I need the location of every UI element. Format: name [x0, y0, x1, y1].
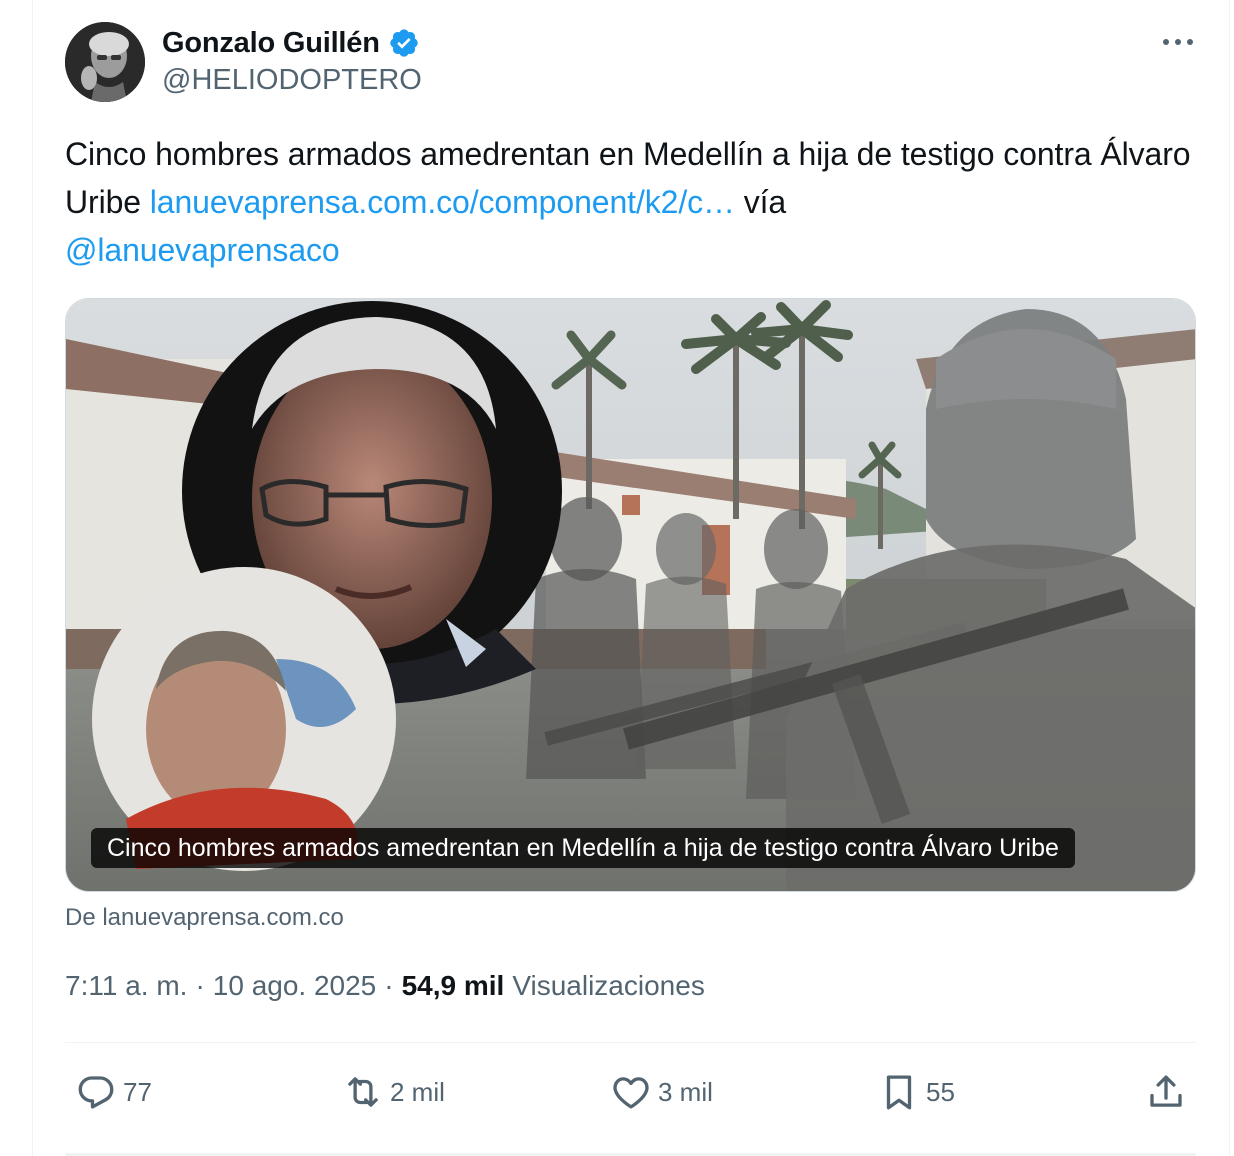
tweet-mention[interactable]: @lanuevaprensaco: [65, 232, 340, 268]
verified-badge-icon[interactable]: [388, 27, 420, 59]
card-image: [66, 299, 1195, 891]
like-count: 3 mil: [658, 1076, 713, 1107]
bookmark-icon: [886, 1075, 912, 1110]
tweet-text: Cinco hombres armados amedrentan en Mede…: [65, 130, 1205, 274]
meta-separator: ·: [195, 970, 205, 1001]
tweet-time[interactable]: 7:11 a. m.: [65, 970, 187, 1002]
tweet-meta: 7:11 a. m. · 10 ago. 2025 · 54,9 mil Vis…: [65, 970, 705, 1002]
like-button[interactable]: 3 mil: [610, 1068, 713, 1116]
link-card-media[interactable]: Cinco hombres armados amedrentan en Mede…: [65, 298, 1196, 892]
author-handle[interactable]: @HELIODOPTERO: [162, 64, 422, 97]
tweet-link[interactable]: lanuevaprensa.com.co/component/k2/c…: [150, 184, 735, 220]
bookmark-button[interactable]: 55: [878, 1068, 955, 1116]
views-count[interactable]: 54,9 mil: [402, 970, 505, 1002]
avatar-image: [65, 22, 145, 102]
bookmark-count: 55: [926, 1076, 955, 1107]
share-icon: [1150, 1075, 1182, 1107]
tweet-date[interactable]: 10 ago. 2025: [213, 970, 377, 1002]
tweet-via: vía: [734, 184, 787, 220]
author-name[interactable]: Gonzalo Guillén: [162, 27, 380, 60]
more-button[interactable]: [1158, 24, 1198, 60]
meta-separator: ·: [384, 970, 394, 1001]
repost-count: 2 mil: [390, 1076, 445, 1107]
divider: [65, 1042, 1196, 1043]
author-name-row: Gonzalo Guillén: [162, 24, 420, 62]
more-icon: [1163, 39, 1193, 45]
card-source[interactable]: De lanuevaprensa.com.co: [65, 904, 344, 932]
views-label[interactable]: Visualizaciones: [512, 970, 705, 1002]
reply-icon: [78, 1076, 114, 1109]
repost-button[interactable]: 2 mil: [342, 1068, 445, 1116]
reply-button[interactable]: 77: [75, 1068, 152, 1116]
timeline-border-right: [1229, 0, 1230, 1156]
timeline-border-left: [32, 0, 33, 1156]
author-avatar[interactable]: [65, 22, 145, 102]
reply-count: 77: [123, 1076, 152, 1107]
repost-icon: [348, 1077, 378, 1107]
heart-icon: [613, 1077, 649, 1109]
share-button[interactable]: [1145, 1068, 1187, 1116]
card-caption: Cinco hombres armados amedrentan en Mede…: [91, 828, 1075, 868]
